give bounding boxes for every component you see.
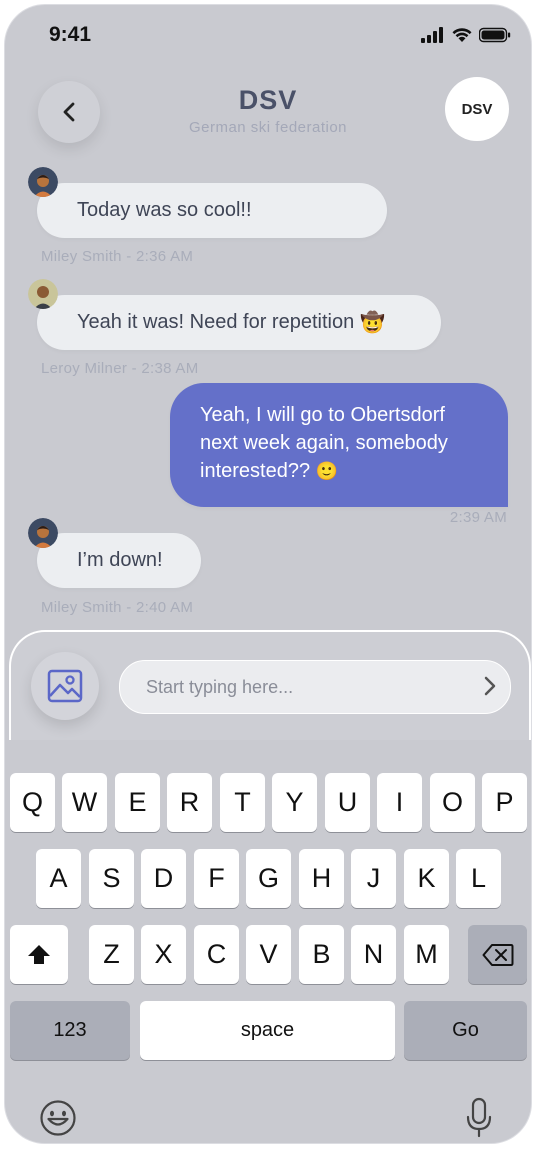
key-z[interactable]: Z [89,925,134,984]
key-t[interactable]: T [220,773,265,832]
key-p[interactable]: P [482,773,527,832]
message-meta: Miley Smith - 2:36 AM [41,248,194,265]
key-d[interactable]: D [141,849,186,908]
key-u[interactable]: U [325,773,370,832]
key-i[interactable]: I [377,773,422,832]
status-icons [421,27,511,43]
key-w[interactable]: W [62,773,107,832]
message-input[interactable] [144,675,468,699]
message-text: I’m down! [77,549,163,571]
space-key[interactable]: space [140,1001,395,1060]
avatar[interactable] [28,279,58,309]
message-bubble[interactable]: Yeah it was! Need for repetition 🤠 [37,295,441,350]
message-text: Today was so cool!! [77,199,252,221]
message-composer [9,630,531,740]
message-meta: Miley Smith - 2:40 AM [41,599,194,616]
key-r[interactable]: R [167,773,212,832]
keyboard: Q W E R T Y U I O P A S D F G H J K L Z … [5,745,531,1143]
key-b[interactable]: B [299,925,344,984]
message-bubble-sent[interactable]: Yeah, I will go to Obertsdorf next week … [170,383,508,507]
cowboy-emoji-icon: 🤠 [360,312,386,334]
key-a[interactable]: A [36,849,81,908]
key-c[interactable]: C [194,925,239,984]
phone-screen: 9:41 DSV German ski federation DSV Today… [5,5,531,1143]
message-text: Yeah it was! Need for repetition [77,311,355,333]
key-n[interactable]: N [351,925,396,984]
key-x[interactable]: X [141,925,186,984]
signal-icon [421,27,443,43]
attach-image-button[interactable] [31,652,99,720]
group-avatar-button[interactable]: DSV [445,77,509,141]
message-meta: 2:39 AM [449,509,507,526]
key-m[interactable]: M [404,925,449,984]
avatar[interactable] [28,518,58,548]
numbers-key[interactable]: 123 [10,1001,130,1060]
key-v[interactable]: V [246,925,291,984]
emoji-icon[interactable] [39,1099,77,1137]
key-q[interactable]: Q [10,773,55,832]
shift-arrow-icon [28,944,50,964]
shift-key[interactable] [10,925,68,984]
wifi-icon [452,28,472,42]
message-meta: Leroy Milner - 2:38 AM [41,360,199,377]
go-key[interactable]: Go [404,1001,527,1060]
key-j[interactable]: J [351,849,396,908]
key-g[interactable]: G [246,849,291,908]
backspace-key[interactable] [468,925,527,984]
message-input-wrapper [119,660,511,714]
send-chevron-icon[interactable] [482,674,498,698]
message-bubble[interactable]: I’m down! [37,533,201,588]
status-time: 9:41 [49,23,92,46]
key-e[interactable]: E [115,773,160,832]
microphone-icon[interactable] [465,1097,493,1139]
key-y[interactable]: Y [272,773,317,832]
message-bubble[interactable]: Today was so cool!! [37,183,387,238]
image-icon [47,669,83,703]
smile-emoji-icon: 🙂 [315,461,339,481]
battery-icon [479,27,511,43]
avatar[interactable] [28,167,58,197]
status-bar: 9:41 [5,5,531,65]
backspace-icon [482,943,513,966]
key-k[interactable]: K [404,849,449,908]
key-l[interactable]: L [456,849,501,908]
key-s[interactable]: S [89,849,134,908]
key-o[interactable]: O [430,773,475,832]
key-h[interactable]: H [299,849,344,908]
key-f[interactable]: F [194,849,239,908]
